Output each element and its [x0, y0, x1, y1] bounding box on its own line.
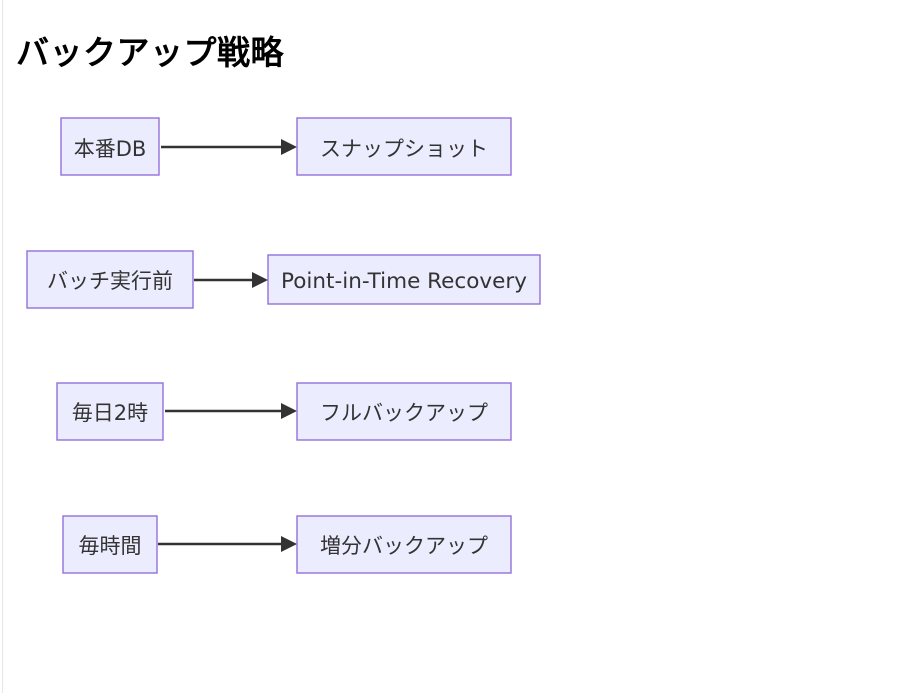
target-node-1-label: スナップショット [320, 137, 488, 161]
arrow-head-2 [252, 272, 268, 288]
diagram-row-2: バッチ実行前 Point-in-Time Recovery [26, 250, 541, 309]
arrow-head-3 [281, 403, 297, 419]
source-node-2-label: バッチ実行前 [47, 269, 173, 293]
arrow-head-4 [281, 536, 297, 552]
diagram-row-3: 毎日2時 フルバックアップ [56, 382, 512, 441]
target-node-2-label: Point-in-Time Recovery [281, 269, 527, 293]
target-node-3-label: フルバックアップ [320, 401, 488, 425]
source-node-4-label: 毎時間 [79, 534, 142, 558]
diagram-row-4: 毎時間 増分バックアップ [62, 515, 512, 574]
target-node-4-label: 増分バックアップ [320, 534, 488, 558]
source-node-1-label: 本番DB [74, 137, 147, 161]
source-node-3-label: 毎日2時 [72, 401, 148, 425]
arrow-head-1 [281, 139, 297, 155]
backup-strategy-diagram: 本番DB スナップショット バッチ実行前 Point-in-Time Recov… [26, 117, 541, 574]
diagram-row-1: 本番DB スナップショット [60, 117, 512, 176]
